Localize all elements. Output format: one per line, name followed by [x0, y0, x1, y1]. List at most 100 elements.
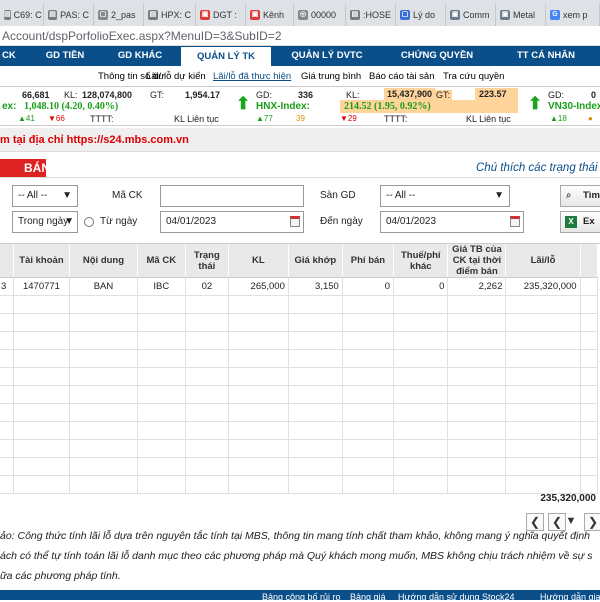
- col-header: [0, 244, 14, 278]
- ticker-label: KL:: [346, 90, 360, 100]
- table-row: [0, 421, 599, 440]
- subnav-lai-lo-du-kien[interactable]: Lãi/ lỗ dự kiến: [146, 71, 206, 82]
- col-header[interactable]: Trạng thái: [185, 244, 229, 278]
- cell: IBC: [137, 277, 186, 296]
- col-header[interactable]: KL: [228, 244, 289, 278]
- status-legend-link[interactable]: Chú thích các trạng thái c: [476, 162, 600, 174]
- browser-tab[interactable]: ▣ Metal: [496, 4, 546, 26]
- from-date-input[interactable]: 04/01/2023: [160, 211, 304, 233]
- table-row: [0, 331, 599, 350]
- table-row: [0, 403, 599, 422]
- search-icon: ⌕: [566, 190, 572, 201]
- browser-tab[interactable]: ◎ 00000: [294, 4, 346, 26]
- table-row: [0, 349, 599, 368]
- account-select[interactable]: -- All -- ▼: [12, 185, 78, 207]
- col-header[interactable]: Mã CK: [137, 244, 186, 278]
- ticker-value: 0: [591, 90, 597, 100]
- browser-tab[interactable]: ▤ HPX: C: [144, 4, 196, 26]
- calendar-icon[interactable]: [510, 216, 520, 227]
- page-icon: ▤: [350, 10, 360, 20]
- browser-tab[interactable]: ▤ PAS: C: [44, 4, 94, 26]
- nav-tt-ca-nhan[interactable]: TT CÁ NHÂN: [492, 46, 600, 66]
- index-label: ex:: [2, 101, 17, 112]
- address-url: Account/dspPorfolioExec.aspx?MenuID=3&Su…: [2, 29, 282, 43]
- browser-tab[interactable]: ▣ Comm: [446, 4, 496, 26]
- from-date-radio[interactable]: [84, 217, 94, 227]
- col-header[interactable]: Tài khoản: [13, 244, 71, 278]
- ticker-value: 128,074,800: [82, 90, 133, 100]
- ticker-label: GD:: [256, 90, 273, 100]
- advance-count: ▲18: [550, 114, 567, 123]
- chevron-down-icon: ▼: [62, 190, 72, 201]
- nav-quan-ly-dvtc[interactable]: QUẢN LÝ DVTC: [272, 46, 382, 66]
- doc-icon: ▢: [400, 10, 410, 20]
- tab-icon: ▣: [500, 10, 510, 20]
- decline-count: ▼66: [48, 114, 65, 123]
- browser-tab[interactable]: ▣ Kênh: [246, 4, 294, 26]
- stock-code-input[interactable]: [160, 185, 304, 207]
- cell: 3,150: [288, 277, 343, 296]
- col-header[interactable]: Giá khớp: [288, 244, 343, 278]
- to-date-input[interactable]: 04/01/2023: [380, 211, 524, 233]
- ticker-value: 1,954.17: [185, 90, 221, 100]
- ticker-label: TTTT:: [90, 114, 114, 124]
- subnav-lai-lo-da-thuc-hien[interactable]: Lãi/lỗ đã thực hiện: [213, 71, 291, 82]
- export-button[interactable]: X Ex: [560, 211, 600, 233]
- col-header[interactable]: Lãi/lỗ: [505, 244, 581, 278]
- advance-count: ▲41: [18, 114, 35, 123]
- footer-link[interactable]: Hướng dẫn sử dụng Stock24: [398, 592, 515, 602]
- footer-link[interactable]: Bảng giá: [350, 592, 386, 602]
- nav-quan-ly-tk[interactable]: QUẢN LÝ TK: [180, 46, 272, 66]
- calendar-icon[interactable]: [290, 216, 300, 227]
- unchanged-count: ●: [588, 114, 593, 123]
- up-arrow-icon: ⬆: [528, 94, 543, 113]
- result-table: Tài khoản Nội dung Mã CK Trạng thái KL G…: [0, 244, 599, 494]
- subnav-gia-trung-binh[interactable]: Giá trung bình: [301, 71, 361, 82]
- disclaimer-line: ách có thể tự tính toán lãi lỗ danh mục …: [0, 550, 593, 562]
- unchanged-count: 39: [296, 114, 305, 123]
- cell: 02: [185, 277, 229, 296]
- index-value: 214.52 (1.95, 0.92%): [340, 100, 518, 113]
- nav-chung-quyen[interactable]: CHỨNG QUYỀN: [382, 46, 492, 66]
- ticker-label: KL:: [64, 90, 78, 100]
- col-header[interactable]: Phí bán: [342, 244, 395, 278]
- cell: 2,262: [447, 277, 507, 296]
- table-row[interactable]: 3 1470771 BAN IBC 02 265,000 3,150 0 0 2…: [0, 277, 599, 296]
- ticker-value: 15,437,900: [384, 88, 436, 100]
- divider: [0, 177, 600, 178]
- cell: [580, 277, 599, 296]
- nav-gd-khac[interactable]: GD KHÁC: [100, 46, 180, 66]
- address-bar[interactable]: Account/dspPorfolioExec.aspx?MenuID=3&Su…: [0, 26, 600, 46]
- cell: 0: [342, 277, 395, 296]
- footer-link[interactable]: Hướng dẫn gia: [540, 592, 600, 602]
- ticker-label: TTTT:: [384, 114, 408, 124]
- section-title: BÁN: [0, 159, 50, 177]
- footer-bar: Bảng công bố rủi ro Bảng giá Hướng dẫn s…: [0, 590, 600, 602]
- nav-gd-tien[interactable]: GD TIỀN: [30, 46, 100, 66]
- stock-code-label: Mã CK: [112, 190, 143, 201]
- chevron-down-icon: ▼: [64, 216, 74, 227]
- footer-link[interactable]: Bảng công bố rủi ro: [262, 592, 341, 602]
- disclaimer-line: ữa các phương pháp tính.: [0, 570, 121, 582]
- cell: 1470771: [13, 277, 71, 296]
- browser-tab[interactable]: ▢ 2_pas: [94, 4, 144, 26]
- subnav-tra-cuu-quyen[interactable]: Tra cứu quyền: [443, 71, 504, 82]
- col-header[interactable]: Giá TB của CK tại thời điểm bán: [447, 244, 507, 278]
- nav-ck[interactable]: CK: [0, 46, 30, 66]
- table-row: [0, 457, 599, 476]
- col-header[interactable]: Thuế/phí khác: [393, 244, 449, 278]
- col-header[interactable]: Nội dung: [69, 244, 138, 278]
- index-label: HNX-Index:: [256, 101, 310, 112]
- google-icon: G: [550, 10, 560, 20]
- browser-tab[interactable]: ▤:HOSE: [346, 4, 396, 26]
- subnav-bao-cao-tai-san[interactable]: Báo cáo tài sản: [369, 71, 435, 82]
- browser-tab[interactable]: ▣ DGT :: [196, 4, 246, 26]
- exchange-select[interactable]: -- All -- ▼: [380, 185, 510, 207]
- browser-tab[interactable]: Gxem p: [546, 4, 600, 26]
- doc-icon: ▢: [98, 10, 108, 20]
- browser-tab[interactable]: ▤ C69: C: [0, 4, 44, 26]
- period-select[interactable]: Trong ngày ▼: [12, 211, 78, 233]
- browser-tab[interactable]: ▢ Lý do: [396, 4, 446, 26]
- table-row: [0, 295, 599, 314]
- search-button[interactable]: ⌕Tìm k: [560, 185, 600, 207]
